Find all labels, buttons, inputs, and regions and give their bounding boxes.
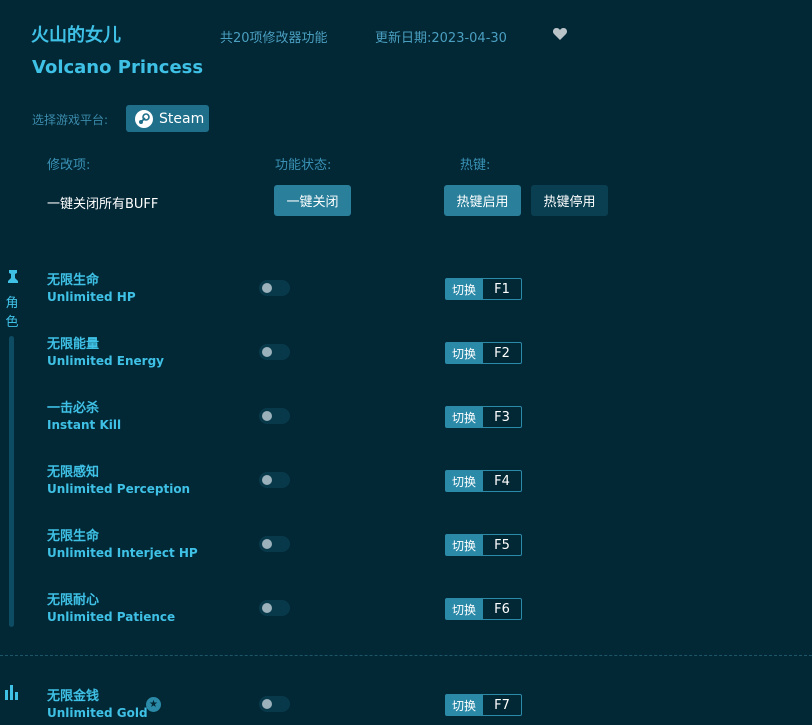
item-name-en: Unlimited Patience [47,610,176,624]
toggle-unlimited-patience[interactable] [259,600,290,616]
hotkey-unlimited-patience[interactable]: 切换 F6 [445,598,522,620]
list-item: 无限生命 Unlimited Interject HP [47,528,198,562]
hotkey-unlimited-hp[interactable]: 切换 F1 [445,278,522,300]
item-name-en: Instant Kill [47,418,122,432]
toggle-knob [262,603,272,613]
toggle-knob [262,539,272,549]
item-name-cn: 无限感知 [47,465,100,480]
hotkey-key: F5 [483,534,522,556]
column-header-hotkey: 热键: [460,158,491,173]
section-divider [0,655,812,656]
close-all-button[interactable]: 一键关闭 [274,185,351,216]
list-item: 无限耐心 Unlimited Patience [47,592,175,626]
bar-chart-icon [5,685,18,700]
toggle-knob [262,699,272,709]
toggle-unlimited-perception[interactable] [259,472,290,488]
game-title-cn: 火山的女儿 [31,25,121,46]
section-scroll-indicator [9,336,14,627]
column-header-item: 修改项: [47,158,91,173]
toggle-instant-kill[interactable] [259,408,290,424]
hotkey-key: F3 [483,406,522,428]
toggle-knob [262,411,272,421]
toggle-unlimited-energy[interactable] [259,344,290,360]
hotkey-unlimited-perception[interactable]: 切换 F4 [445,470,522,492]
hotkey-action: 切换 [445,342,483,364]
item-name-en: Unlimited Energy [47,354,164,368]
toggle-knob [262,475,272,485]
column-header-status: 功能状态: [275,158,332,173]
hotkey-unlimited-interject-hp[interactable]: 切换 F5 [445,534,522,556]
star-icon: ★ [146,697,161,712]
heart-icon[interactable] [552,26,568,42]
hotkey-enable-button[interactable]: 热键启用 [444,185,521,216]
list-item: 无限能量 Unlimited Energy [47,336,164,370]
character-icon [8,270,18,283]
steam-icon [135,109,153,128]
hotkey-action: 切换 [445,534,483,556]
list-item: 一击必杀 Instant Kill [47,400,121,434]
hotkey-disable-button[interactable]: 热键停用 [531,185,608,216]
list-item: 无限金钱 Unlimited Gold [47,688,148,722]
platform-label: 选择游戏平台: [32,113,109,127]
section-label-character: 角色 [5,296,19,330]
item-name-cn: 无限能量 [47,337,100,352]
hotkey-action: 切换 [445,278,483,300]
hotkey-action: 切换 [445,694,483,716]
item-name-cn: 无限耐心 [47,593,100,608]
hotkey-key: F7 [483,694,522,716]
toggle-unlimited-gold[interactable] [259,696,290,712]
hotkey-action: 切换 [445,598,483,620]
close-all-buffs-label: 一键关闭所有BUFF [47,197,159,212]
hotkey-key: F4 [483,470,522,492]
hotkey-key: F1 [483,278,522,300]
toggle-knob [262,347,272,357]
toggle-knob [262,283,272,293]
steam-label: Steam [159,110,205,127]
item-name-cn: 无限金钱 [47,689,100,704]
hotkey-action: 切换 [445,470,483,492]
hotkey-key: F2 [483,342,522,364]
item-name-cn: 一击必杀 [47,401,100,416]
list-item: 无限感知 Unlimited Perception [47,464,190,498]
game-title-en: Volcano Princess [32,57,204,78]
hotkey-action: 切换 [445,406,483,428]
update-date: 更新日期:2023-04-30 [375,31,507,46]
hotkey-unlimited-energy[interactable]: 切换 F2 [445,342,522,364]
item-name-cn: 无限生命 [47,529,100,544]
feature-count: 共20项修改器功能 [220,31,328,46]
toggle-unlimited-interject-hp[interactable] [259,536,290,552]
item-name-en: Unlimited Interject HP [47,546,198,560]
steam-platform-button[interactable]: Steam [126,105,209,132]
hotkey-unlimited-gold[interactable]: 切换 F7 [445,694,522,716]
list-item: 无限生命 Unlimited HP [47,272,136,306]
toggle-unlimited-hp[interactable] [259,280,290,296]
hotkey-instant-kill[interactable]: 切换 F3 [445,406,522,428]
item-name-en: Unlimited HP [47,290,136,304]
hotkey-key: F6 [483,598,522,620]
item-name-en: Unlimited Gold [47,706,148,720]
item-name-en: Unlimited Perception [47,482,191,496]
item-name-cn: 无限生命 [47,273,100,288]
